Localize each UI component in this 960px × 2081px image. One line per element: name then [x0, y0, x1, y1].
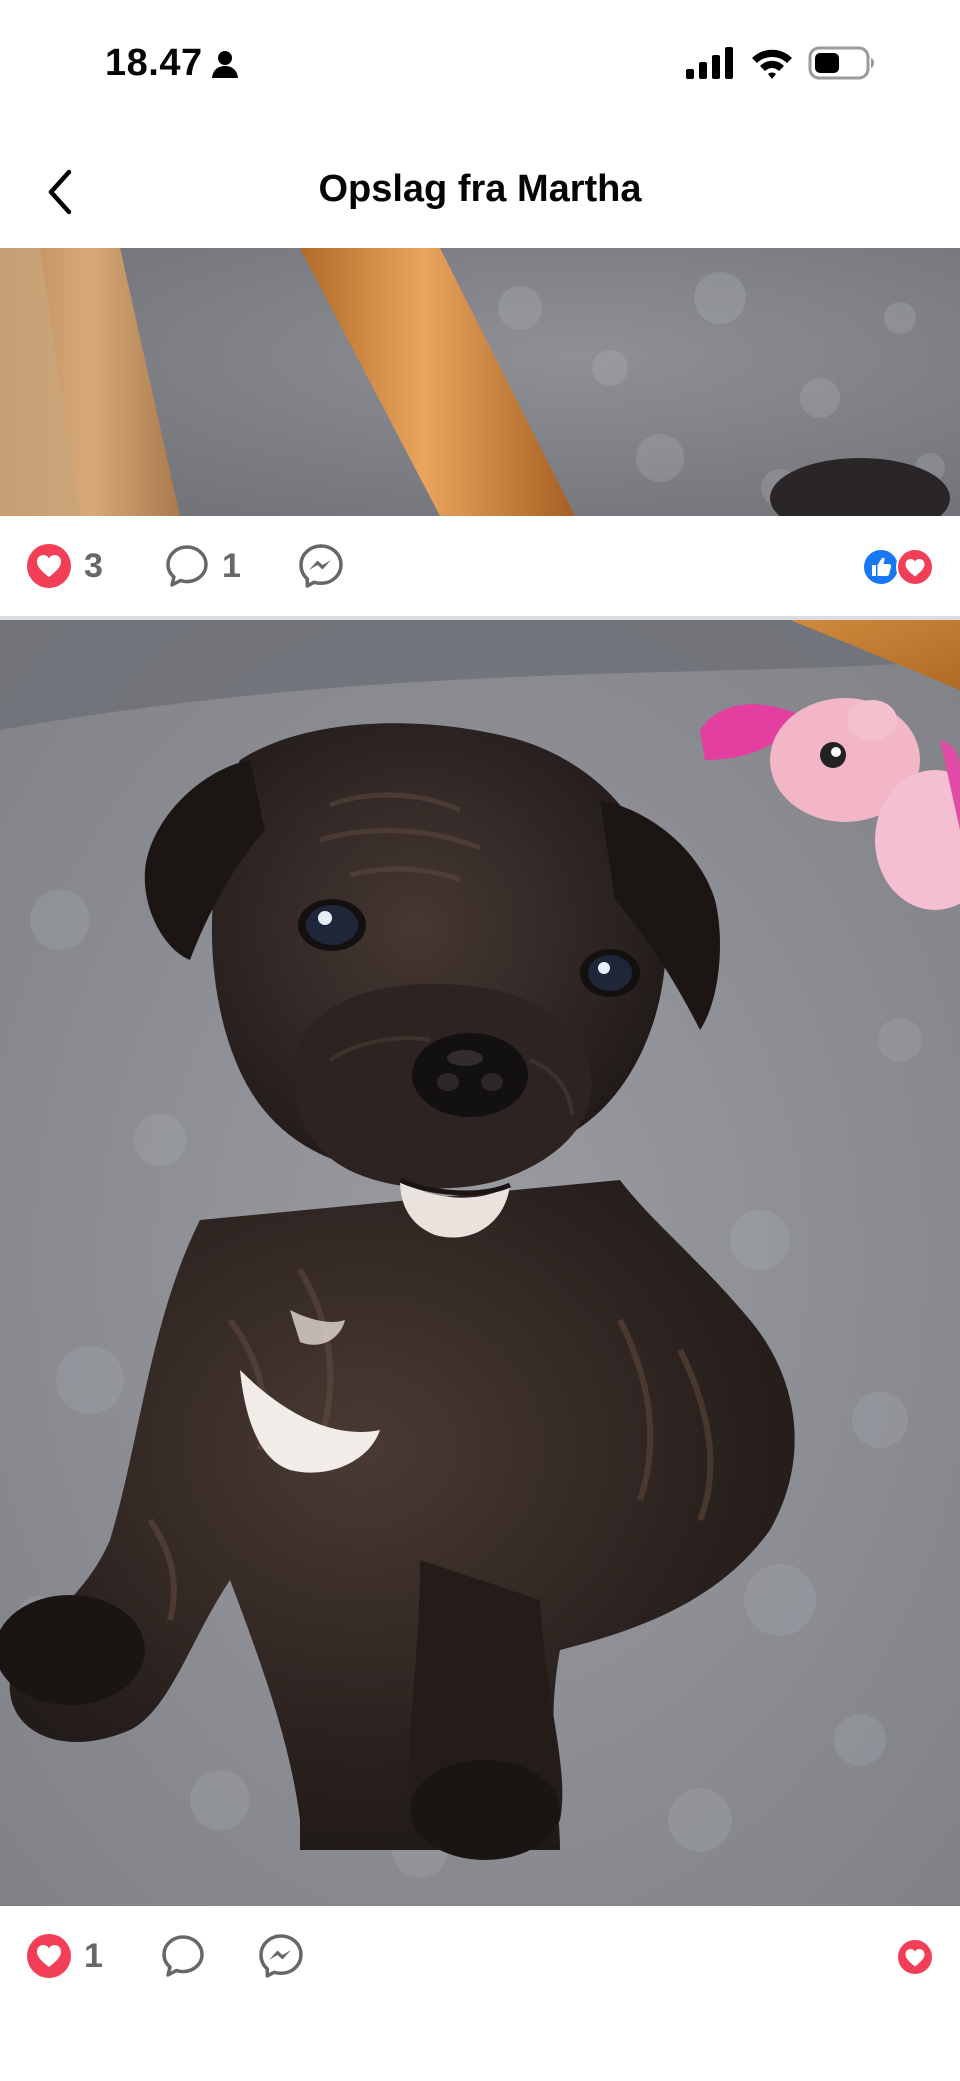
page-title: Opslag fra Martha [318, 168, 642, 210]
post-1-action-bar: 3 1 [0, 516, 960, 616]
person-icon [211, 50, 238, 78]
post-2-reaction-summary[interactable] [896, 1938, 934, 1976]
post-1-photo[interactable] [0, 248, 960, 516]
post-2-comment-button[interactable] [160, 1906, 206, 2006]
post-2-image [0, 620, 960, 1906]
post-1-comment-count: 1 [222, 546, 241, 585]
status-bar: 18.47 [0, 0, 960, 130]
post-1-reaction-summary[interactable] [862, 548, 934, 586]
navigation-header: Opslag fra Martha [0, 140, 960, 250]
cellular-signal-icon [686, 47, 733, 79]
post-1-comment-button[interactable]: 1 [164, 516, 241, 616]
battery-icon [808, 46, 874, 80]
status-icons [686, 46, 876, 80]
love-icon [896, 1938, 934, 1976]
comment-icon [166, 545, 208, 587]
status-time: 18.47 [105, 42, 239, 85]
love-icon [896, 548, 934, 586]
post-2-action-bar: 1 [0, 1906, 960, 2006]
post-2-heart-count: 1 [84, 1936, 103, 1975]
post-1-image [0, 248, 960, 516]
post-2-love-button[interactable]: 1 [26, 1906, 103, 2006]
messenger-icon [259, 1934, 303, 1978]
heart-reaction-icon [27, 544, 71, 588]
post-2-photo[interactable] [0, 620, 960, 1906]
comment-icon [162, 1935, 204, 1977]
time-text: 18.47 [105, 42, 203, 84]
wifi-icon [752, 49, 792, 79]
heart-reaction-icon [27, 1934, 71, 1978]
post-1-share-messenger-button[interactable] [298, 516, 344, 616]
post-2-share-messenger-button[interactable] [258, 1906, 304, 2006]
like-icon [862, 548, 900, 586]
post-1-heart-count: 3 [84, 546, 103, 585]
post-1-love-button[interactable]: 3 [26, 516, 103, 616]
messenger-icon [299, 544, 343, 588]
